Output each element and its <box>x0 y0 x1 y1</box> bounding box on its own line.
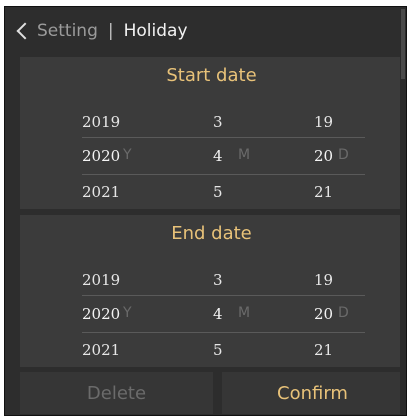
end-date-row-next[interactable]: 2021 5 21 <box>20 333 403 367</box>
day-value: 21 <box>314 341 334 359</box>
holiday-screen: Setting | Holiday Start date 2019 3 19 2… <box>4 6 407 416</box>
start-date-row-next[interactable]: 2021 5 21 <box>20 175 403 209</box>
start-date-picker: Start date 2019 3 19 2020 Y 4 M 20 D 202… <box>20 57 403 209</box>
end-date-row-selected[interactable]: 2020 Y 4 M 20 D <box>20 297 403 331</box>
header: Setting | Holiday <box>5 7 406 55</box>
day-unit-label: D <box>338 147 349 163</box>
month-value-selected[interactable]: 4 <box>213 305 223 323</box>
month-value: 5 <box>213 341 223 359</box>
start-date-title: Start date <box>166 65 257 86</box>
end-date-picker: End date 2019 3 19 2020 Y 4 M 20 D 2021 … <box>20 215 403 367</box>
year-unit-label: Y <box>123 305 132 321</box>
month-value: 3 <box>213 271 223 289</box>
delete-button[interactable]: Delete <box>20 372 213 414</box>
year-value: 2021 <box>82 183 121 201</box>
start-date-row-prev[interactable]: 2019 3 19 <box>20 105 403 139</box>
divider <box>82 137 365 138</box>
day-value: 21 <box>314 183 334 201</box>
year-unit-label: Y <box>123 147 132 163</box>
page-title: Holiday <box>123 21 188 41</box>
day-value: 19 <box>314 113 334 131</box>
divider <box>82 295 365 296</box>
month-unit-label: M <box>238 147 251 163</box>
month-unit-label: M <box>238 305 251 321</box>
month-value: 5 <box>213 183 223 201</box>
month-value-selected[interactable]: 4 <box>213 147 223 165</box>
year-value: 2019 <box>82 271 121 289</box>
day-value-selected[interactable]: 20 <box>314 305 333 323</box>
end-date-row-prev[interactable]: 2019 3 19 <box>20 263 403 297</box>
month-value: 3 <box>213 113 223 131</box>
year-value-selected[interactable]: 2020 <box>82 147 120 165</box>
scrollbar[interactable] <box>400 7 406 415</box>
day-value: 19 <box>314 271 334 289</box>
confirm-button[interactable]: Confirm <box>222 372 403 414</box>
start-date-row-selected[interactable]: 2020 Y 4 M 20 D <box>20 139 403 173</box>
back-link-setting[interactable]: Setting <box>37 21 98 41</box>
day-unit-label: D <box>338 305 349 321</box>
back-arrow-icon[interactable] <box>16 22 34 40</box>
breadcrumb-separator: | <box>107 21 114 41</box>
end-date-title: End date <box>171 223 252 244</box>
year-value: 2021 <box>82 341 121 359</box>
day-value-selected[interactable]: 20 <box>314 147 333 165</box>
scrollbar-thumb[interactable] <box>401 9 405 79</box>
year-value-selected[interactable]: 2020 <box>82 305 120 323</box>
year-value: 2019 <box>82 113 121 131</box>
